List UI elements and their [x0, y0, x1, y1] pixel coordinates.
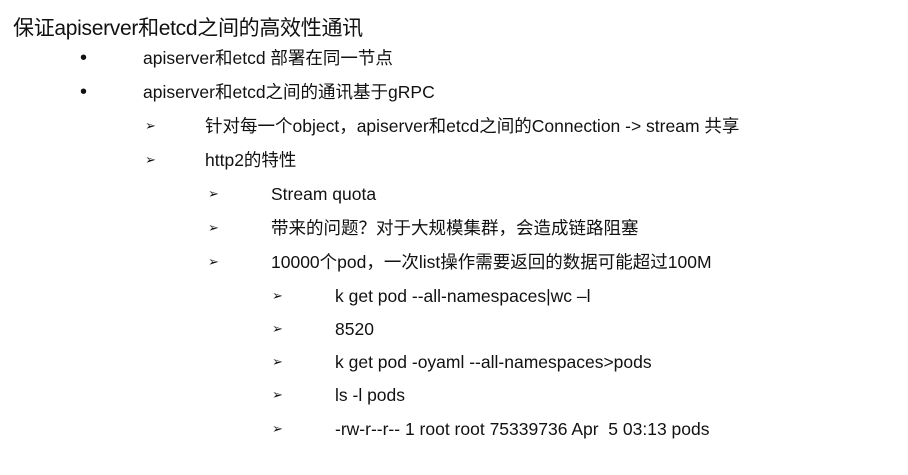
list-item-text: 针对每一个object，apiserver和etcd之间的Connection …	[205, 116, 740, 136]
arrow-bullet-icon: ➢	[208, 220, 219, 235]
arrow-bullet-icon: ➢	[145, 118, 156, 133]
arrow-bullet-icon: ➢	[145, 152, 156, 167]
bullet-dot-icon: •	[80, 81, 88, 103]
list-item-text: 带来的问题？对于大规模集群，会造成链路阻塞	[271, 218, 639, 238]
arrow-bullet-icon: ➢	[272, 354, 283, 369]
list-item-text: k get pod --all-namespaces|wc –l	[335, 286, 591, 306]
list-item-text: ls -l pods	[335, 385, 406, 405]
list-item-text: apiserver和etcd 部署在同一节点	[143, 48, 393, 68]
list-item-text: http2的特性	[205, 150, 297, 170]
list-item-text: -rw-r--r-- 1 root root 75339736 Apr 5 03…	[335, 419, 710, 439]
list-item-text: Stream quota	[271, 184, 377, 204]
arrow-bullet-icon: ➢	[208, 186, 219, 201]
list-item-text: 10000个pod，一次list操作需要返回的数据可能超过100M	[271, 252, 712, 272]
list-item-text: 8520	[335, 319, 374, 339]
list-item-text: k get pod -oyaml --all-namespaces>pods	[335, 352, 652, 372]
arrow-bullet-icon: ➢	[272, 321, 283, 336]
arrow-bullet-icon: ➢	[272, 421, 283, 436]
arrow-bullet-icon: ➢	[272, 288, 283, 303]
arrow-bullet-icon: ➢	[272, 387, 283, 402]
slide-title: 保证apiserver和etcd之间的高效性通讯	[13, 17, 363, 40]
arrow-bullet-icon: ➢	[208, 254, 219, 269]
list-item-text: apiserver和etcd之间的通讯基于gRPC	[143, 82, 435, 102]
bullet-dot-icon: •	[80, 47, 88, 69]
